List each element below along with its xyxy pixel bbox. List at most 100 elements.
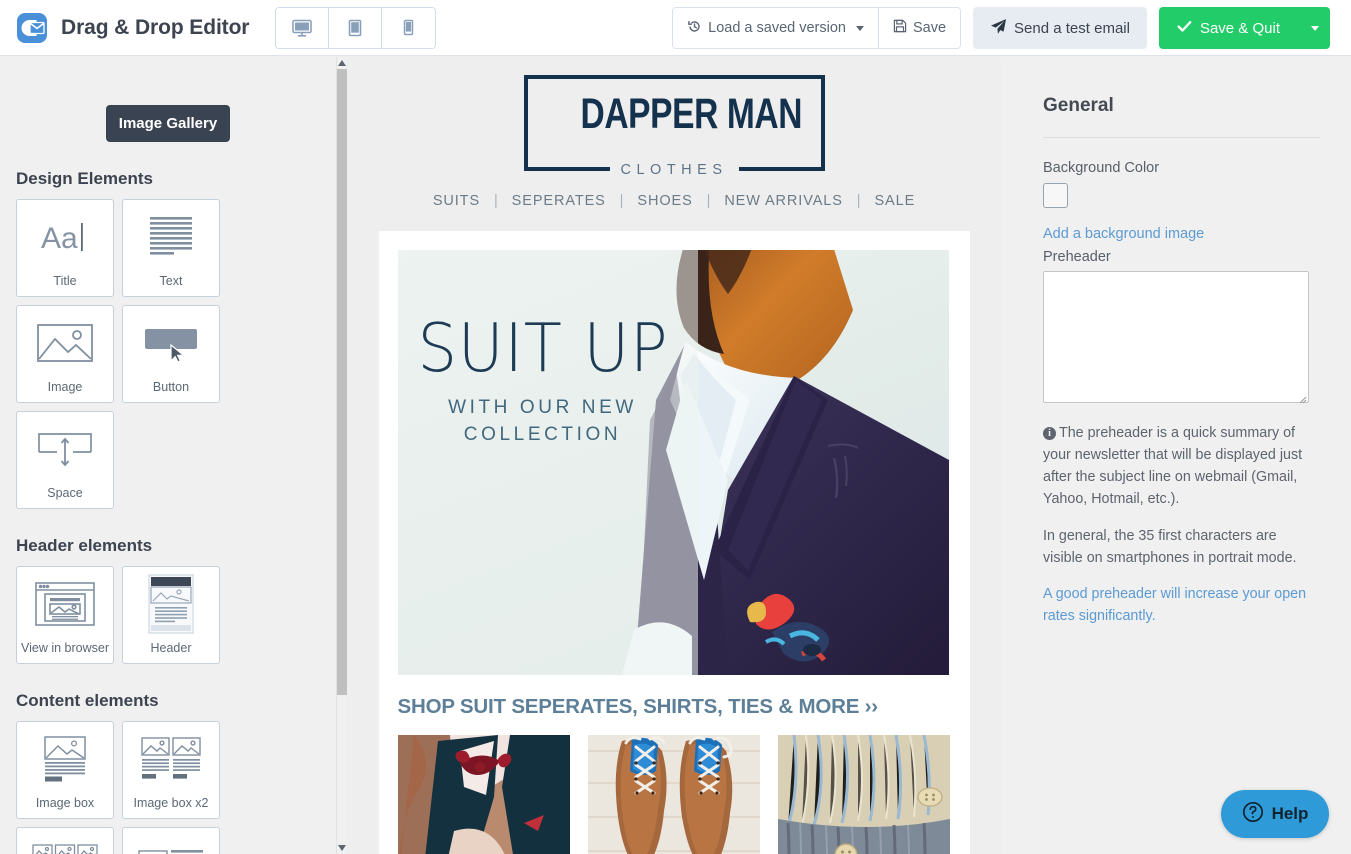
folded-striped-shirts-photo: [777, 735, 950, 854]
product-thumb-striped-shirts[interactable]: [777, 735, 950, 854]
save-and-quit-label: Save & Quit: [1199, 19, 1280, 37]
email-brand-header[interactable]: DAPPER MAN CLOTHES: [347, 57, 1001, 178]
background-color-swatch[interactable]: [1043, 183, 1068, 208]
product-thumb-brown-shoes[interactable]: [587, 735, 760, 854]
image-box-x3-icon: [17, 828, 113, 854]
element-tile-image-box[interactable]: Image box: [16, 721, 114, 819]
email-nav-item-suits[interactable]: SUITS: [433, 193, 480, 209]
save-and-quit-dropdown-toggle[interactable]: [1296, 7, 1330, 49]
hero-image-block[interactable]: SUIT UP WITH OUR NEW COLLECTION: [397, 250, 949, 675]
email-nav-separator: |: [856, 193, 861, 209]
element-tile-label: Button: [152, 379, 190, 394]
paragraph-lines-icon: [123, 200, 219, 275]
email-logo[interactable]: DAPPER MAN CLOTHES: [523, 75, 825, 178]
button-cursor-icon: [123, 306, 219, 381]
image-box-icon: [17, 722, 113, 797]
save-label: Save: [912, 20, 947, 36]
element-tile-label: Image box x2: [133, 795, 209, 810]
element-tile-view-in-browser[interactable]: View in browser: [16, 566, 114, 664]
properties-panel: General Background Color Add a backgroun…: [1001, 57, 1351, 854]
save-button[interactable]: Save: [877, 8, 961, 48]
email-nav-item-sale[interactable]: SALE: [874, 193, 915, 209]
product-thumb-suit-bowtie[interactable]: [397, 735, 570, 854]
send-test-email-label: Send a test email: [1014, 19, 1130, 37]
device-toggle-desktop[interactable]: [276, 7, 330, 48]
element-tile-image-box-x2[interactable]: Image box x2: [122, 721, 220, 819]
preheader-help-1: i The preheader is a quick summary of you…: [1043, 422, 1311, 511]
element-tile-label: Title: [53, 273, 77, 288]
browser-window-icon: [17, 567, 113, 642]
email-logo-word: DAPPER MAN: [580, 90, 802, 138]
question-circle-icon: [1242, 801, 1264, 828]
email-canvas[interactable]: DAPPER MAN CLOTHES SUITS | SEPERATES | S…: [347, 57, 1001, 854]
tile-grid-content-elements: Image box Image box x2: [0, 721, 336, 854]
text-title-icon: Aa: [17, 200, 113, 275]
element-tile-space[interactable]: Space: [16, 411, 114, 509]
element-tile-text[interactable]: Text: [122, 199, 220, 297]
product-thumbnail-row: [397, 735, 951, 854]
top-toolbar: Drag & Drop Editor Load a saved version …: [0, 0, 1351, 56]
envelope-logo-icon: [16, 12, 48, 44]
section-title-header-elements: Header elements: [16, 536, 153, 555]
email-nav-item-new-arrivals[interactable]: NEW ARRIVALS: [724, 193, 843, 209]
email-nav[interactable]: SUITS | SEPERATES | SHOES | NEW ARRIVALS…: [347, 193, 1001, 209]
preheader-input-wrap: [1043, 265, 1309, 408]
image-plus-content-icon: [123, 828, 219, 854]
preheader-help-1-text: The preheader is a quick summary of your…: [1043, 425, 1303, 508]
load-saved-version-button[interactable]: Load a saved version: [673, 8, 878, 48]
image-gallery-button[interactable]: Image Gallery: [106, 105, 230, 142]
email-nav-item-seperates[interactable]: SEPERATES: [512, 193, 606, 209]
svg-text:Aa: Aa: [41, 222, 78, 255]
device-preview-toggle[interactable]: [275, 6, 437, 49]
brand: Drag & Drop Editor: [16, 12, 249, 44]
shop-seperates-link[interactable]: SHOP SUIT SEPERATES, SHIRTS, TIES & MORE…: [398, 695, 951, 719]
help-widget-label: Help: [1271, 804, 1309, 823]
page-header-icon: [123, 567, 219, 642]
save-and-quit-button[interactable]: Save & Quit: [1159, 7, 1296, 49]
help-widget-button[interactable]: Help: [1221, 790, 1329, 838]
preheader-help-2: In general, the 35 first characters are …: [1043, 527, 1297, 566]
send-test-email-button[interactable]: Send a test email: [973, 7, 1147, 49]
element-tile-title[interactable]: Aa Title: [16, 199, 114, 297]
tile-grid-header-elements: View in browser Header: [0, 566, 336, 664]
device-toggle-mobile[interactable]: [382, 7, 436, 48]
check-icon: [1177, 20, 1192, 37]
element-tile-label: Image box: [35, 795, 95, 810]
preheader-help-3[interactable]: A good preheader will increase your open…: [1043, 583, 1311, 627]
element-tile-image[interactable]: Image: [16, 305, 114, 403]
add-background-image-link[interactable]: Add a background image: [1043, 226, 1320, 242]
email-nav-separator: |: [493, 193, 498, 209]
image-box-x2-icon: [123, 722, 219, 797]
element-tile-label: Text: [159, 273, 183, 288]
preheader-input[interactable]: [1043, 271, 1309, 403]
section-title-design-elements: Design Elements: [16, 169, 153, 188]
tile-grid-design-elements: Aa Title Text Image Button Space: [0, 199, 336, 509]
element-tile-button[interactable]: Button: [122, 305, 220, 403]
elements-sidebar: Image Gallery Design Elements Aa Title T…: [0, 57, 336, 854]
element-tile-label: Image: [47, 379, 83, 394]
preheader-label: Preheader: [1043, 249, 1111, 265]
device-toggle-tablet[interactable]: [329, 7, 383, 48]
email-logo-sub-wrap: CLOTHES: [524, 162, 825, 178]
floppy-disk-icon: [893, 19, 907, 37]
element-tile-label: Space: [47, 485, 83, 500]
info-circle-icon: i: [1043, 427, 1056, 440]
toolbar-actions: Load a saved version Save Send a test em…: [672, 7, 1330, 49]
save-and-quit-group[interactable]: Save & Quit: [1158, 7, 1330, 49]
sidebar-scrollbar-thumb[interactable]: [337, 69, 347, 695]
caret-down-icon: [1311, 25, 1319, 31]
page-title: Drag & Drop Editor: [61, 15, 250, 39]
element-tile-header[interactable]: Header: [122, 566, 220, 664]
element-tile-label: Header: [150, 640, 192, 655]
man-in-navy-suit-photo: [397, 250, 949, 675]
element-tile-image-plus-content[interactable]: Image + content: [122, 827, 220, 854]
email-nav-item-shoes[interactable]: SHOES: [637, 193, 692, 209]
scroll-down-arrow-icon[interactable]: [337, 842, 347, 854]
email-logo-subtitle: CLOTHES: [609, 162, 739, 178]
sidebar-scrollbar[interactable]: [336, 57, 347, 854]
scroll-up-arrow-icon[interactable]: [337, 57, 347, 69]
brown-leather-dress-shoes-photo: [587, 735, 760, 854]
element-tile-image-box-x3[interactable]: Image box x3: [16, 827, 114, 854]
paper-plane-icon: [990, 18, 1007, 39]
email-nav-separator: |: [619, 193, 624, 209]
